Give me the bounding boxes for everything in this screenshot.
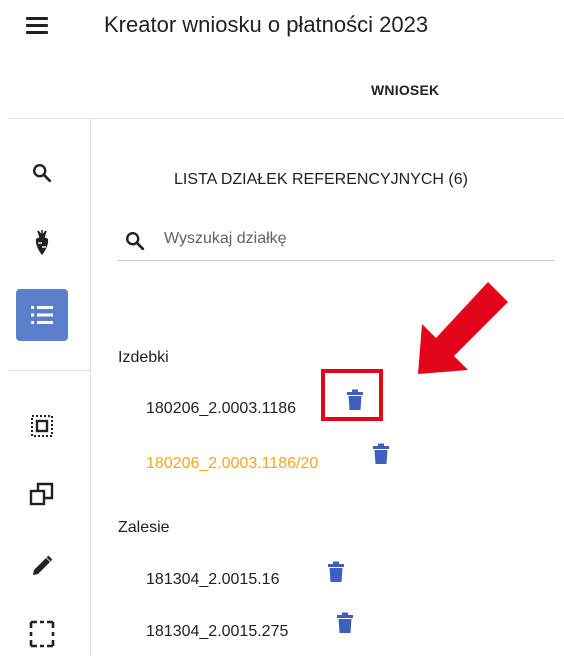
trash-icon[interactable] — [372, 443, 390, 465]
sidebar-item-edit[interactable] — [24, 548, 60, 584]
tab-wniosek[interactable]: WNIOSEK — [371, 82, 439, 98]
search-input[interactable] — [164, 226, 534, 252]
select-area-icon — [31, 415, 53, 437]
sidebar-section-divider — [8, 370, 90, 371]
search-icon — [33, 164, 52, 183]
copy-icon — [29, 482, 54, 506]
sidebar-item-list[interactable] — [16, 289, 68, 341]
group-label-izdebki: Izdebki — [118, 349, 169, 366]
menu-icon[interactable] — [26, 17, 48, 35]
parcel-search — [118, 222, 554, 261]
top-bar: Kreator wniosku o płatności 2023 — [0, 0, 564, 56]
list-icon — [31, 306, 53, 324]
sidebar-item-selection-frame[interactable] — [24, 616, 60, 652]
sidebar-item-search[interactable] — [24, 158, 60, 188]
search-icon — [126, 232, 145, 251]
sidebar-item-crops[interactable] — [24, 226, 60, 260]
parcel-item[interactable]: 180206_2.0003.1186 — [146, 400, 296, 418]
header-divider — [8, 118, 564, 119]
trash-icon[interactable] — [327, 561, 345, 583]
annotation-highlight-box — [321, 369, 383, 421]
sidebar-item-select-area[interactable] — [24, 408, 60, 444]
sidebar-item-copy[interactable] — [24, 476, 60, 512]
sidebar-divider — [90, 119, 91, 656]
group-label-zalesie: Zalesie — [118, 519, 170, 536]
annotation-arrow-icon — [418, 282, 508, 374]
trash-icon[interactable] — [336, 612, 354, 634]
parcel-item[interactable]: 181304_2.0015.275 — [146, 623, 288, 641]
selection-frame-icon — [29, 620, 55, 648]
parcel-item[interactable]: 181304_2.0015.16 — [146, 571, 279, 589]
edit-pencil-icon — [33, 555, 53, 575]
page-title: Kreator wniosku o płatności 2023 — [104, 12, 429, 37]
crop-plant-icon — [35, 230, 49, 255]
parcel-item[interactable]: 180206_2.0003.1186/20 — [146, 455, 318, 473]
list-title: LISTA DZIAŁEK REFERENCYJNYCH (6) — [174, 171, 468, 188]
